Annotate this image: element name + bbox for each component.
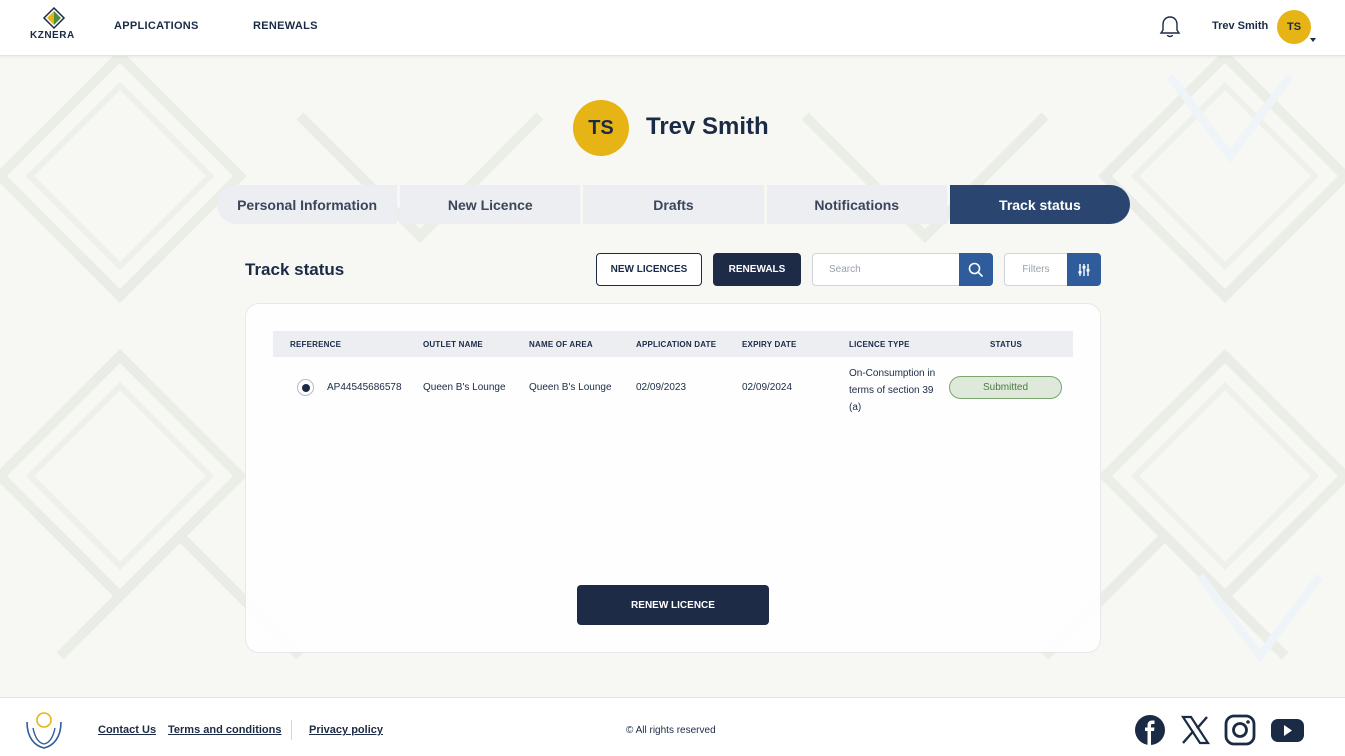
kznera-logo-icon[interactable] [28, 6, 80, 50]
footer: Contact Us Terms and conditions Privacy … [0, 697, 1345, 756]
sliders-icon [1078, 263, 1090, 276]
profile-tabs: Personal Information New Licence Drafts … [217, 185, 1131, 224]
facebook-icon[interactable] [1133, 713, 1167, 747]
footer-divider [291, 720, 292, 740]
tab-track-status[interactable]: Track status [949, 185, 1131, 224]
x-twitter-icon[interactable] [1178, 713, 1212, 747]
tab-drafts[interactable]: Drafts [583, 185, 764, 224]
cell-application-date: 02/09/2023 [636, 382, 687, 393]
col-outlet-name: OUTLET NAME [423, 340, 483, 349]
col-status: STATUS [990, 340, 1023, 349]
top-header: KZNERA APPLICATIONS RENEWALS Trev Smith … [0, 0, 1345, 56]
nav-applications[interactable]: APPLICATIONS [114, 20, 199, 32]
instagram-icon[interactable] [1223, 713, 1257, 747]
copyright-text: © All rights reserved [626, 725, 716, 736]
renewals-button[interactable]: RENEWALS [713, 253, 801, 286]
tab-new-licence[interactable]: New Licence [400, 185, 581, 224]
header-user-name[interactable]: Trev Smith [1212, 20, 1268, 32]
search-button[interactable] [959, 253, 993, 286]
col-reference: REFERENCE [290, 340, 342, 349]
profile-avatar: TS [573, 100, 629, 156]
section-title: Track status [245, 260, 345, 279]
footer-logo-icon [26, 712, 62, 749]
contact-us-link[interactable]: Contact Us [98, 724, 156, 736]
row-select-radio[interactable] [297, 379, 314, 396]
status-badge: Submitted [949, 376, 1062, 399]
tab-personal-information[interactable]: Personal Information [217, 185, 398, 224]
terms-link[interactable]: Terms and conditions [168, 724, 281, 736]
cell-expiry-date: 02/09/2024 [742, 382, 793, 393]
col-application-date: APPLICATION DATE [636, 340, 717, 349]
table-header: REFERENCE OUTLET NAME NAME OF AREA APPLI… [273, 331, 1073, 357]
col-expiry-date: EXPIRY DATE [742, 340, 797, 349]
profile-name: Trev Smith [646, 113, 769, 140]
table-row[interactable]: AP44545686578 Queen B's Lounge Queen B's… [273, 360, 1073, 416]
youtube-icon[interactable] [1270, 713, 1304, 747]
filters-input[interactable]: Filters [1004, 253, 1067, 286]
cell-licence-type: On-Consumption in terms of section 39 (a… [849, 368, 936, 413]
radio-selected-dot [301, 383, 310, 392]
search-icon [968, 262, 984, 277]
cell-reference: AP44545686578 [327, 382, 402, 393]
notification-bell-icon[interactable] [1158, 14, 1182, 40]
cell-outlet-name: Queen B's Lounge [423, 382, 506, 393]
filters-button[interactable] [1067, 253, 1101, 286]
new-licences-button[interactable]: NEW LICENCES [596, 253, 702, 286]
renew-licence-button[interactable]: RENEW LICENCE [577, 585, 769, 625]
search-input[interactable]: Search [812, 253, 959, 286]
col-licence-type: LICENCE TYPE [849, 340, 910, 349]
privacy-policy-link[interactable]: Privacy policy [309, 724, 383, 736]
tab-notifications[interactable]: Notifications [766, 185, 947, 224]
nav-renewals[interactable]: RENEWALS [253, 20, 318, 32]
cell-area: Queen B's Lounge [529, 382, 612, 393]
header-avatar[interactable]: TS [1277, 10, 1311, 44]
col-name-of-area: NAME OF AREA [529, 340, 593, 349]
logo-text: KZNERA [30, 30, 75, 41]
chevron-down-icon[interactable] [1310, 38, 1316, 42]
